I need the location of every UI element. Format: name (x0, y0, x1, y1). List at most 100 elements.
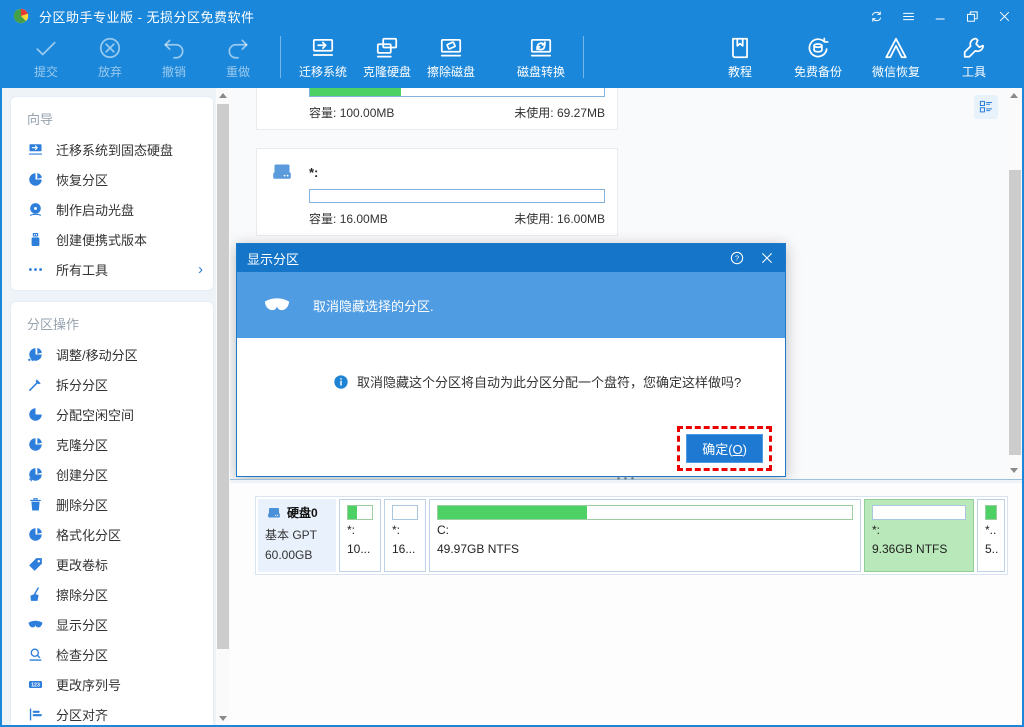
sidebar-item-create-partition[interactable]: 创建分区 (11, 459, 213, 489)
partition-block[interactable]: *..5.. (977, 499, 1005, 572)
sidebar-item-show-partition[interactable]: 显示分区 (11, 609, 213, 639)
dialog-close-icon[interactable] (759, 250, 775, 266)
main-scroll-thumb[interactable] (1009, 170, 1021, 455)
drive-clone-icon (374, 35, 400, 61)
sidebar-item-bootable-disc[interactable]: 制作启动光盘 (11, 194, 213, 224)
sync-icon[interactable] (869, 9, 884, 24)
partition-size-info: 9.36GB NTFS (872, 542, 966, 556)
dialog-titlebar: 显示分区 ? (237, 244, 785, 272)
window-title: 分区助手专业版 - 无损分区免费软件 (39, 7, 255, 26)
dialog-message: 取消隐藏这个分区将自动为此分区分配一个盘符，您确定这样做吗? (357, 374, 741, 391)
toolbar-button-label: 工具 (962, 63, 986, 80)
toolbar-button-undo[interactable]: 撤销 (142, 33, 206, 82)
partition-card[interactable]: *:容量: 100.00MB未使用: 69.27MB (256, 88, 618, 130)
toolbar-button-recovery[interactable]: 微信恢复 (864, 33, 928, 82)
toolbar-button-drive-convert[interactable]: 磁盘转换 (509, 33, 573, 82)
sidebar-scroll-thumb[interactable] (217, 104, 229, 649)
dialog-help-icon[interactable]: ? (729, 250, 745, 266)
wrench-icon (961, 35, 987, 61)
toolbar-button-backup[interactable]: 免费备份 (786, 33, 850, 82)
partition-align-icon (27, 706, 44, 723)
sidebar-item-wipe-partition[interactable]: 擦除分区 (11, 579, 213, 609)
scroll-down-icon[interactable] (216, 711, 230, 725)
detail-view-icon (977, 98, 995, 116)
splitter-dots-icon (615, 477, 637, 480)
sidebar-item-change-label[interactable]: 更改卷标 (11, 549, 213, 579)
recover-partition-icon (27, 171, 44, 188)
sidebar-item-label: 调整/移动分区 (56, 345, 138, 364)
sidebar-item-delete-partition[interactable]: 删除分区 (11, 489, 213, 519)
partition-stats: 容量: 16.00MB未使用: 16.00MB (309, 210, 605, 227)
toolbar-button-cancel[interactable]: 放弃 (78, 33, 142, 82)
content: 向导迁移系统到固态硬盘恢复分区制作启动光盘创建便携式版本所有工具›分区操作调整/… (2, 88, 1022, 725)
unused-label: 未使用: (514, 212, 553, 226)
sidebar-item-allocate-space[interactable]: 分配空闲空间 (11, 399, 213, 429)
splitter-handle[interactable] (230, 479, 1022, 483)
svg-text:?: ? (735, 254, 739, 263)
scroll-up-icon[interactable] (216, 88, 230, 102)
sidebar-item-label: 分区对齐 (56, 705, 108, 724)
restore-icon[interactable] (965, 9, 980, 24)
sidebar-item-format-partition[interactable]: 格式化分区 (11, 519, 213, 549)
dialog-title: 显示分区 (247, 249, 299, 268)
toolbar-button-redo[interactable]: 重做 (206, 33, 270, 82)
app-window: 分区助手专业版 - 无损分区免费软件 提交放弃撤销重做迁移系统克隆硬盘擦除磁盘 磁… (0, 0, 1024, 727)
minimize-icon[interactable] (933, 9, 948, 24)
partition-cards: *:容量: 100.00MB未使用: 69.27MB*:容量: 16.00MB未… (230, 88, 1022, 236)
resize-move-icon (27, 346, 44, 363)
usage-bar (309, 88, 605, 97)
chevron-right-icon: › (198, 261, 203, 278)
sidebar-item-all-tools[interactable]: 所有工具› (11, 254, 213, 284)
partition-block[interactable]: *:10... (339, 499, 381, 572)
sidebar-scrollbar[interactable] (216, 88, 230, 725)
scroll-down-icon[interactable] (1007, 463, 1021, 477)
partition-letter: *: (309, 165, 318, 180)
view-toggle-button[interactable] (974, 95, 998, 119)
main-scrollbar[interactable] (1007, 88, 1022, 479)
disk-map-card: 硬盘0基本 GPT60.00GB*:10... *: 16... C:49.97GB … (255, 496, 1008, 575)
toolbar-button-check[interactable]: 提交 (14, 33, 78, 82)
disk-name: 硬盘0 (287, 504, 318, 521)
ok-button[interactable]: 确定(O) (686, 434, 763, 463)
capacity-value: 100.00MB (340, 106, 395, 120)
disk-info-block[interactable]: 硬盘0基本 GPT60.00GB (258, 499, 336, 572)
partition-size-info: 16... (392, 542, 418, 556)
sidebar-item-clone-partition[interactable]: 克隆分区 (11, 429, 213, 459)
sidebar-item-check-partition[interactable]: 检查分区 (11, 639, 213, 669)
partition-block[interactable]: C:49.97GB NTFS (429, 499, 861, 572)
partition-block[interactable]: *:9.36GB NTFS (864, 499, 974, 572)
book-icon (727, 35, 753, 61)
capacity-label: 容量: (309, 106, 336, 120)
sidebar-item-label: 删除分区 (56, 495, 108, 514)
toolbar-button-book[interactable]: 教程 (708, 33, 772, 82)
toolbar-button-drive-clone[interactable]: 克隆硬盘 (355, 33, 419, 82)
sidebar-item-split-partition[interactable]: 拆分分区 (11, 369, 213, 399)
toolbar-button-wrench[interactable]: 工具 (942, 33, 1006, 82)
dialog-banner: 取消隐藏选择的分区. (237, 272, 785, 338)
sidebar-item-label: 分配空闲空间 (56, 405, 134, 424)
sidebar-item-migrate-os[interactable]: 迁移系统到固态硬盘 (11, 134, 213, 164)
toolbar-button-label: 擦除磁盘 (427, 63, 475, 80)
partition-block[interactable]: *: 16... (384, 499, 426, 572)
unused-label: 未使用: (514, 106, 553, 120)
partition-letter: *: (392, 523, 418, 537)
sidebar-item-change-serial[interactable]: 123更改序列号 (11, 669, 213, 699)
sidebar-item-partition-align[interactable]: 分区对齐 (11, 699, 213, 725)
sidebar-item-label: 创建便携式版本 (56, 230, 147, 249)
format-partition-icon (27, 526, 44, 543)
close-icon[interactable] (997, 9, 1012, 24)
toolbar-button-drive-arrow[interactable]: 迁移系统 (291, 33, 355, 82)
show-partition-icon (27, 616, 44, 633)
sidebar-item-recover-partition[interactable]: 恢复分区 (11, 164, 213, 194)
scroll-up-icon[interactable] (1007, 88, 1021, 102)
migrate-os-icon (27, 141, 44, 158)
allocate-space-icon (27, 406, 44, 423)
partition-card[interactable]: *: 容量: 16.00MB未使用: 16.00MB (256, 148, 618, 236)
sidebar-item-portable-version[interactable]: 创建便携式版本 (11, 224, 213, 254)
cancel-icon (97, 35, 123, 61)
sidebar: 向导迁移系统到固态硬盘恢复分区制作启动光盘创建便携式版本所有工具›分区操作调整/… (2, 88, 216, 725)
sidebar-item-resize-move[interactable]: 调整/移动分区 (11, 339, 213, 369)
toolbar-button-drive-erase[interactable]: 擦除磁盘 (419, 33, 483, 82)
menu-icon[interactable] (901, 9, 916, 24)
toolbar-separator (280, 36, 281, 78)
